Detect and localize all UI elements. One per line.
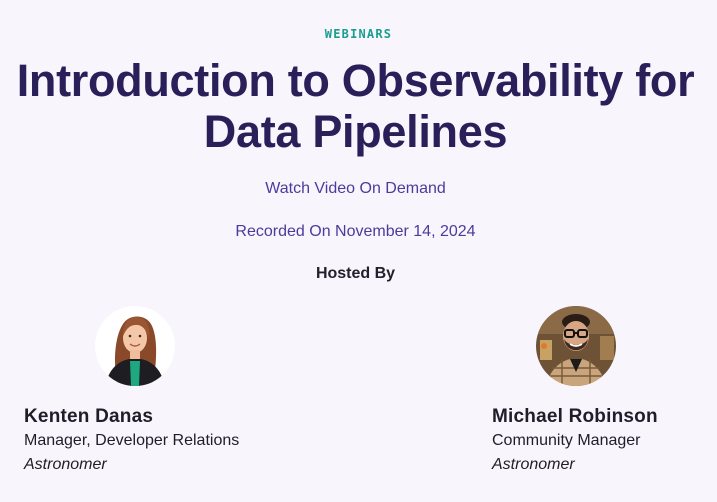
host-name: Kenten Danas (24, 406, 154, 427)
host-avatar (536, 306, 616, 386)
host-role: Community Manager (492, 432, 641, 449)
host-avatar (95, 306, 175, 386)
host-card: Michael Robinson Community Manager Astro… (492, 405, 658, 477)
webinar-page: WEBINARS Introduction to Observability f… (0, 0, 717, 502)
host-company: Astronomer (24, 456, 107, 473)
host-company: Astronomer (492, 456, 575, 473)
host-name: Michael Robinson (492, 406, 658, 427)
page-title: Introduction to Observability for Data P… (16, 55, 695, 157)
hosted-by-heading: Hosted By (315, 265, 396, 282)
watch-on-demand-text: Watch Video On Demand (265, 180, 446, 197)
section-eyebrow: WEBINARS (324, 27, 393, 41)
host-card: Kenten Danas Manager, Developer Relation… (24, 405, 239, 477)
host-role: Manager, Developer Relations (24, 432, 240, 449)
recorded-date: Recorded On November 14, 2024 (235, 223, 476, 240)
